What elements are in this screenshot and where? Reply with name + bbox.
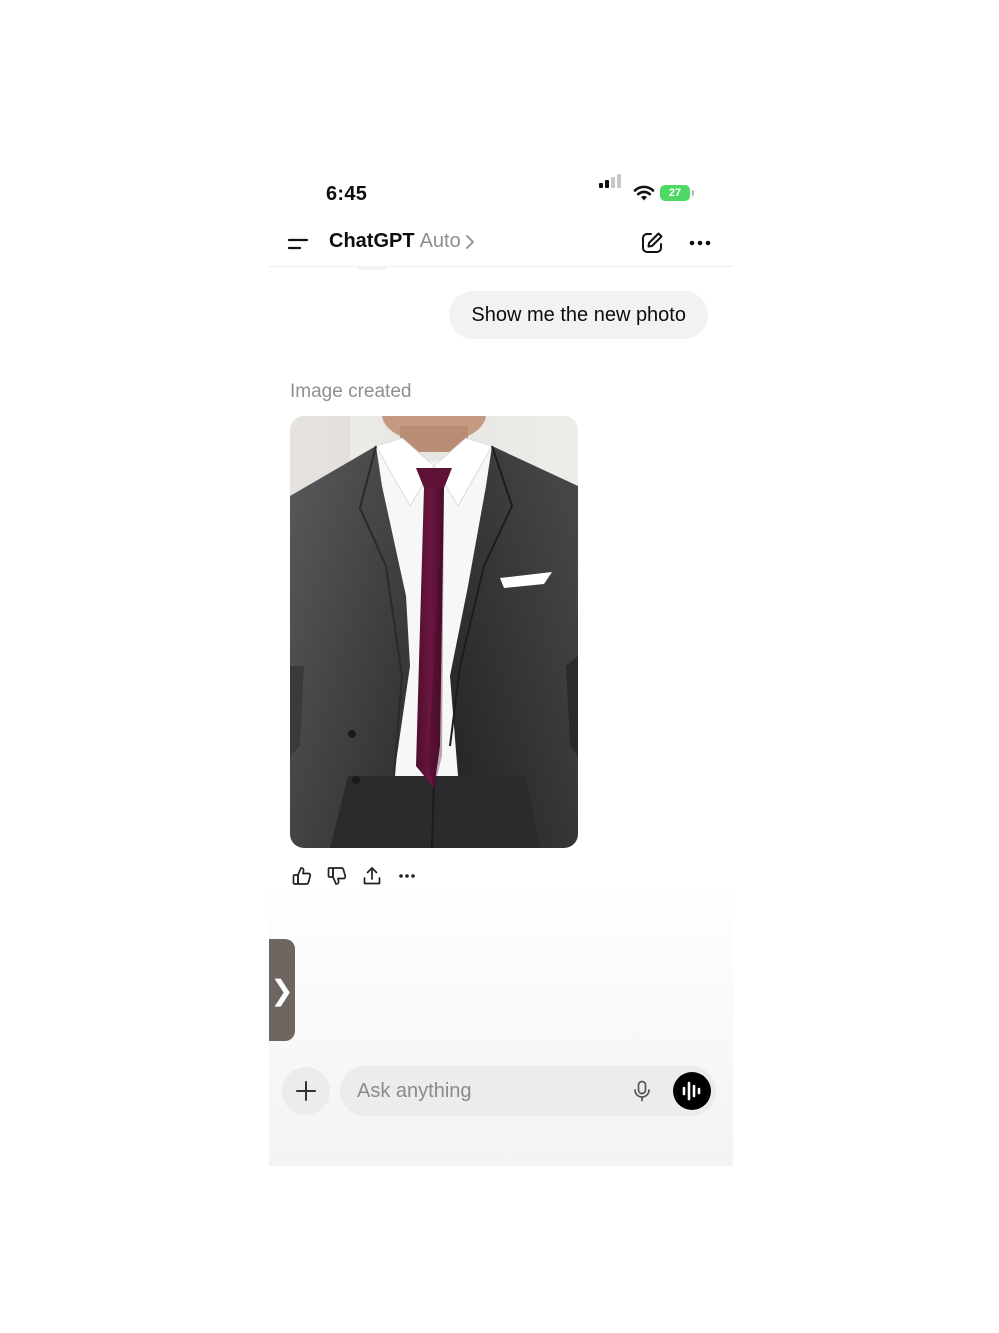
microphone-icon[interactable]	[630, 1079, 654, 1103]
status-icons: 27	[599, 174, 699, 204]
app-title: ChatGPT	[329, 230, 415, 252]
more-icon[interactable]	[687, 230, 713, 256]
new-chat-icon[interactable]	[639, 230, 665, 256]
bottom-fade	[269, 882, 733, 1166]
model-name: Auto	[419, 230, 461, 252]
message-input[interactable]	[357, 1066, 617, 1116]
sidebar-menu-icon[interactable]	[287, 234, 311, 254]
generated-image-art	[290, 416, 578, 848]
scroll-indicator	[357, 266, 387, 270]
battery-cap	[692, 190, 694, 196]
generated-image[interactable]	[290, 416, 578, 848]
battery-icon: 27	[660, 185, 690, 201]
plus-icon	[296, 1081, 316, 1101]
status-time: 6:45	[326, 183, 368, 205]
wifi-icon	[633, 185, 655, 201]
voice-mode-icon	[682, 1081, 701, 1101]
voice-mode-button[interactable]	[673, 1072, 711, 1110]
chat-header: ChatGPT Auto	[269, 222, 733, 267]
attach-button[interactable]	[282, 1067, 330, 1115]
model-selector[interactable]: ChatGPT Auto	[329, 230, 475, 253]
image-created-label: Image created	[290, 381, 412, 402]
chevron-right-icon	[465, 234, 474, 249]
chat-screen: 6:45 27 ChatGPT Auto Show me the new pho…	[269, 162, 733, 1166]
side-drawer-handle[interactable]: ❯	[269, 939, 295, 1041]
user-message-bubble: Show me the new photo	[449, 291, 708, 339]
message-composer	[340, 1066, 716, 1116]
